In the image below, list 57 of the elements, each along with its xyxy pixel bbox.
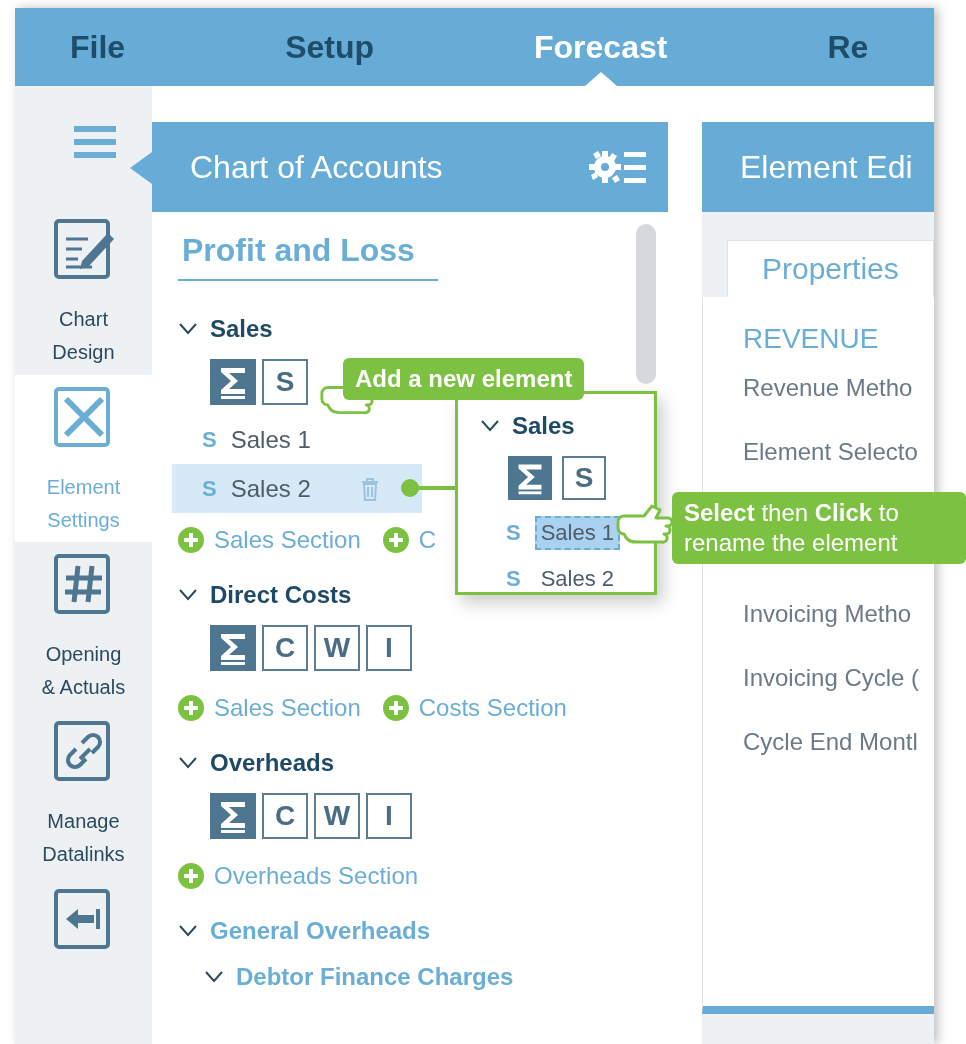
plus-icon [178, 695, 204, 721]
element-type-button[interactable]: W [314, 793, 360, 839]
field-label: Invoicing Cycle ( [743, 663, 921, 693]
settings-icon[interactable] [588, 148, 646, 186]
element-row[interactable]: S Sales 1 [172, 415, 422, 464]
field-label: Revenue Metho [743, 373, 914, 403]
element-type-button[interactable]: C [262, 793, 308, 839]
element-type-button[interactable]: W [314, 625, 360, 671]
section-title: Profit and Loss [178, 232, 438, 281]
sum-button[interactable] [210, 359, 256, 405]
chevron-icon[interactable] [204, 970, 224, 984]
field-label: Cycle End Montl [743, 727, 919, 757]
element-type-label: S [202, 426, 217, 453]
document-pencil-icon [51, 217, 116, 282]
panel-title: Element Edi [740, 148, 913, 186]
plus-icon [382, 527, 409, 553]
group-title[interactable]: Direct Costs [210, 581, 352, 609]
plus-icon [382, 695, 409, 721]
element-name[interactable]: Sales 2 [534, 562, 621, 596]
plus-icon [178, 863, 204, 889]
menu-tab[interactable]: Re [827, 8, 869, 86]
group-title: Sales [512, 412, 575, 440]
element-type-button[interactable]: S [262, 359, 308, 405]
callout: Add a new element [343, 358, 585, 400]
element-type-label: S [506, 520, 521, 546]
field-label: Invoicing Metho [743, 599, 913, 629]
sidebar-item[interactable]: Manage Datalinks [15, 709, 152, 877]
element-type-label: S [506, 566, 521, 592]
plus-icon [178, 527, 204, 553]
sum-button[interactable] [210, 625, 256, 671]
sidebar-item[interactable]: Chart Design [15, 207, 152, 375]
element-type-label: S [202, 475, 217, 502]
scrollbar[interactable] [636, 224, 656, 384]
element-name[interactable]: Sales 1 [534, 516, 621, 550]
group-title[interactable]: Overheads [210, 749, 335, 777]
element-row[interactable]: S Sales 2 [172, 464, 422, 513]
chevron-icon[interactable] [178, 588, 198, 602]
callout: Select then Click to rename the element [672, 492, 966, 564]
section-heading: REVENUE [743, 323, 880, 355]
panel-title: Chart of Accounts [190, 148, 443, 186]
element-type-button[interactable]: C [262, 625, 308, 671]
element-type-button[interactable]: S [562, 456, 606, 500]
sum-button[interactable] [210, 793, 256, 839]
field-label: Element Selecto [743, 437, 919, 467]
group-title[interactable]: Sales [210, 315, 273, 343]
chevron-icon[interactable] [178, 756, 198, 770]
chevron-icon[interactable] [480, 419, 500, 433]
element-type-button[interactable]: I [366, 793, 412, 839]
element-type-button[interactable]: I [366, 625, 412, 671]
element-name: Sales 1 [230, 425, 311, 454]
element-name: Sales 2 [230, 474, 311, 503]
menu-tab[interactable]: Setup [285, 8, 374, 86]
sidebar-item[interactable]: Opening & Actuals [15, 542, 152, 710]
sum-button[interactable] [508, 456, 552, 500]
menu-tab[interactable]: File [70, 8, 126, 86]
chevron-icon[interactable] [178, 322, 198, 336]
chevron-icon[interactable] [178, 924, 198, 938]
